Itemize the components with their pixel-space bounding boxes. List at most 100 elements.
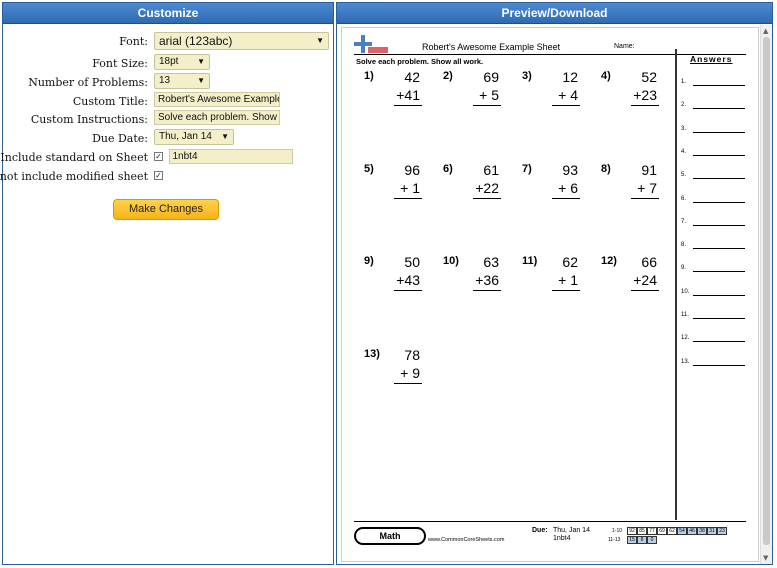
answer-number: 10. [681,288,690,295]
answer-number: 12. [681,335,690,342]
answers-header: Answers [690,54,733,64]
customize-header: Customize [3,3,333,24]
font-row: Font: arial (123abc) ▼ [3,32,333,52]
answer-line [693,271,745,273]
answer-line [693,364,745,366]
score-box: 46 [687,527,697,535]
subject-badge: Math [354,527,426,545]
math-logo-icon [354,35,388,53]
sheet-instructions: Solve each problem. Show all work. [356,57,484,66]
scroll-up-icon[interactable]: ▲ [763,27,768,35]
site-url: www.CommonCoreSheets.com [428,537,505,543]
problem-item: 1) 42 +41 [364,68,434,108]
problem-answer-line [473,198,501,199]
custom-instructions-input[interactable]: Solve each problem. Show a [154,110,280,125]
answer-item: 6. [681,195,747,203]
font-select[interactable]: arial (123abc) ▼ [154,32,329,50]
answer-number: 5. [681,172,687,179]
due-label: Due: [532,527,548,534]
problem-addend-top: 69 [483,69,499,85]
problem-number: 7) [522,163,532,175]
scroll-down-icon[interactable]: ▼ [763,554,768,562]
answer-number: 4. [681,148,687,155]
make-changes-button[interactable]: Make Changes [113,199,219,220]
problem-addend-bottom: + 1 [400,180,420,196]
customize-panel: Customize Font: arial (123abc) ▼ Font Si… [0,2,334,565]
modified-row: Do not include modified sheet ✓ [0,167,333,187]
problem-answer-line [552,105,580,106]
problem-answer-line [552,198,580,199]
standard-row: Include standard on Sheet ✓ 1nbt4 [0,148,333,168]
due-value: Thu, Jan 14 [553,527,590,534]
answer-number: 8. [681,242,687,249]
problem-addend-bottom: + 4 [558,87,578,103]
answer-item: 4. [681,148,747,156]
problem-number: 13) [364,348,380,360]
answer-item: 9. [681,265,747,273]
modified-label: Do not include modified sheet [0,170,148,183]
problem-addend-top: 66 [641,254,657,270]
problem-item: 2) 69 + 5 [443,68,513,108]
problem-answer-line [394,198,422,199]
score-range-2: 11-13 [608,537,621,543]
scrollbar-thumb[interactable] [763,37,770,545]
score-box: 38 [697,527,707,535]
problem-answer-line [631,290,659,291]
modified-checkbox[interactable]: ✓ [154,171,163,180]
custom-instructions-row: Custom Instructions: Solve each problem.… [3,110,333,130]
problem-number: 5) [364,163,374,175]
problem-answer-line [394,105,422,106]
problem-number: 8) [601,163,611,175]
answer-number: 2. [681,102,687,109]
font-label: Font: [119,35,148,48]
score-box: 62 [667,527,677,535]
num-problems-value: 13 [159,75,171,86]
problem-answer-line [473,105,501,106]
footer-divider [354,521,746,522]
answer-item: 12. [681,335,747,343]
answer-line [693,178,745,180]
num-problems-select[interactable]: 13 ▼ [154,73,210,89]
problem-addend-bottom: +36 [475,272,499,288]
font-size-label: Font Size: [92,57,148,70]
problem-number: 4) [601,70,611,82]
sheet-title: Robert's Awesome Example Sheet [422,42,561,52]
problem-addend-bottom: + 7 [637,180,657,196]
standard-checkbox[interactable]: ✓ [154,152,163,161]
problem-addend-top: 96 [404,162,420,178]
due-date-select[interactable]: Thu, Jan 14 ▼ [154,129,234,145]
problem-addend-bottom: +22 [475,180,499,196]
problem-addend-top: 61 [483,162,499,178]
answer-line [693,201,745,203]
answer-item: 1. [681,79,747,86]
problem-answer-line [631,198,659,199]
problem-number: 3) [522,70,532,82]
due-date-row: Due Date: Thu, Jan 14 ▼ [3,129,333,149]
problem-addend-top: 52 [641,69,657,85]
problem-addend-top: 62 [562,254,578,270]
problem-addend-bottom: + 5 [479,87,499,103]
standard-input[interactable]: 1nbt4 [168,149,293,164]
problem-addend-bottom: +23 [633,87,657,103]
problem-item: 11) 62 + 1 [522,253,592,293]
chevron-down-icon: ▼ [197,57,205,66]
score-row-2: 15 8 0 [627,536,657,544]
font-size-select[interactable]: 18pt ▼ [154,54,210,70]
score-box: 69 [657,527,667,535]
answer-line [693,108,745,110]
problem-answer-line [394,383,422,384]
custom-title-input[interactable]: Robert's Awesome Example [154,92,280,107]
due-date-label: Due Date: [92,132,148,145]
num-problems-label: Number of Problems: [28,76,148,89]
problem-addend-top: 63 [483,254,499,270]
answer-line [693,85,745,86]
scrollbar[interactable]: ▲ ▼ [760,25,772,564]
answer-column: Answers 1. 2. 3. 4. 5. 6. 7. 8. 9. 10. 11. 12. 13. [675,49,749,520]
chevron-down-icon: ▼ [197,76,205,85]
num-problems-row: Number of Problems: 13 ▼ [3,73,333,93]
answer-number: 6. [681,195,687,202]
answer-item: 5. [681,172,747,180]
problem-item: 10) 63 +36 [443,253,513,293]
problem-item: 9) 50 +43 [364,253,434,293]
answer-item: 13. [681,359,747,366]
